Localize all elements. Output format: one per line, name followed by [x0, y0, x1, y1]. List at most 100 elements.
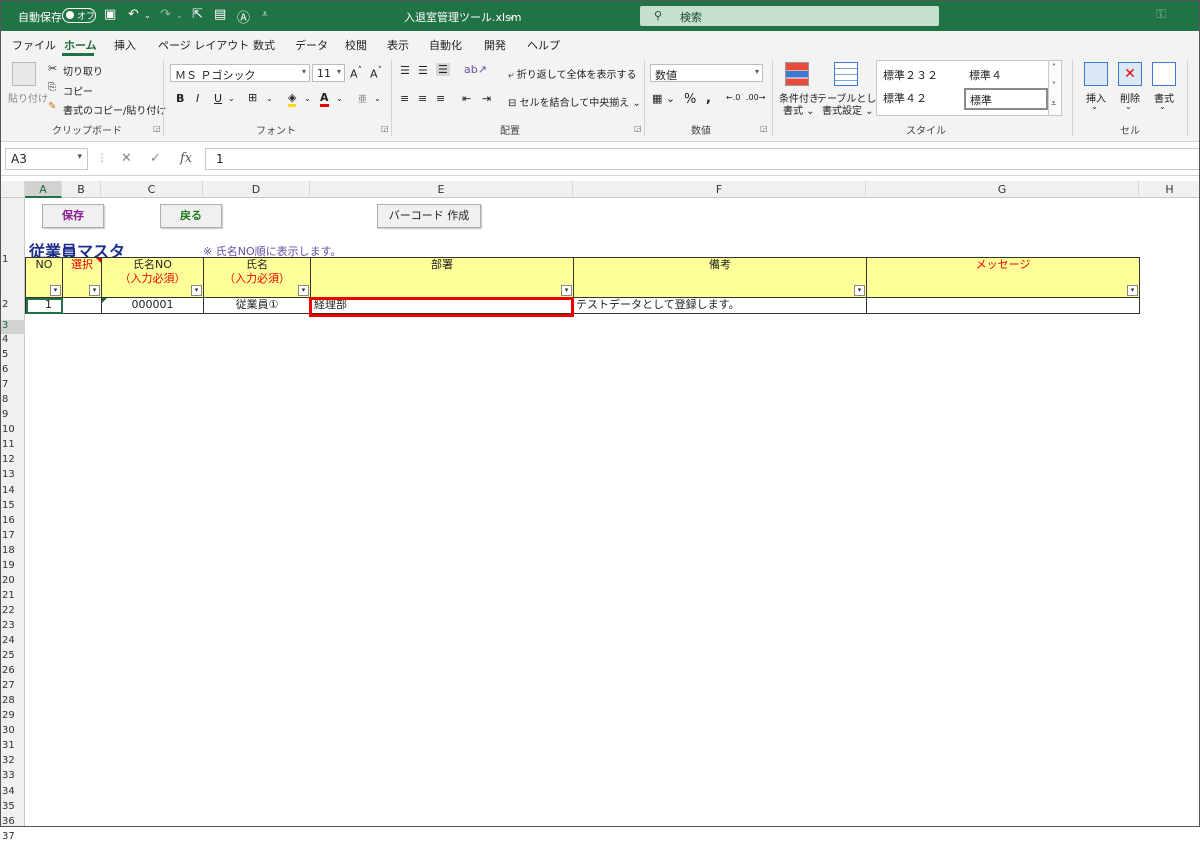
decrease-font-icon[interactable]: A˅: [370, 65, 382, 81]
tab-file[interactable]: ファイル: [12, 37, 56, 53]
row-header-12[interactable]: 12: [0, 454, 25, 467]
text-box-icon[interactable]: Ⓐ: [237, 7, 250, 26]
row-header-3[interactable]: 3: [0, 320, 25, 334]
underline-button[interactable]: U: [214, 92, 222, 105]
create-barcode-button[interactable]: バーコード 作成: [377, 204, 481, 228]
chevron-down-icon[interactable]: ⌄: [1159, 102, 1166, 111]
number-launcher-icon[interactable]: ◲: [760, 124, 768, 133]
redo-dropdown-icon[interactable]: ⌄: [176, 11, 183, 20]
filter-dropdown-icon[interactable]: ▾: [298, 285, 309, 296]
align-center-icon[interactable]: ≡: [418, 92, 427, 105]
filter-dropdown-icon[interactable]: ▾: [854, 285, 865, 296]
name-box[interactable]: A3 ▾: [5, 148, 88, 170]
align-right-icon[interactable]: ≡: [436, 92, 445, 105]
document-icon[interactable]: ▤: [214, 7, 226, 22]
row-header-26[interactable]: 26: [0, 665, 25, 678]
percent-icon[interactable]: %: [684, 92, 696, 107]
row-header-7[interactable]: 7: [0, 379, 25, 392]
style-item[interactable]: 標準２３２: [883, 67, 938, 83]
enter-icon[interactable]: ✓: [150, 151, 161, 166]
row-header-33[interactable]: 33: [0, 770, 25, 783]
format-cells-icon[interactable]: [1152, 62, 1176, 86]
phonetic-icon[interactable]: 亜: [358, 92, 367, 105]
tab-view[interactable]: 表示: [387, 37, 409, 53]
decrease-decimal-icon[interactable]: .00→: [746, 93, 765, 102]
cut-icon[interactable]: ✂: [48, 62, 57, 75]
borders-icon[interactable]: ⊞: [248, 91, 257, 104]
increase-font-icon[interactable]: A˄: [350, 65, 362, 81]
cancel-icon[interactable]: ✕: [121, 151, 132, 166]
autosave-toggle[interactable]: オフ: [62, 8, 96, 23]
row-header-23[interactable]: 23: [0, 620, 25, 633]
filter-dropdown-icon[interactable]: ▾: [50, 285, 61, 296]
format-as-table-icon[interactable]: [834, 62, 858, 86]
row-header-14[interactable]: 14: [0, 485, 25, 498]
row-header-6[interactable]: 6: [0, 364, 25, 377]
style-item-selected[interactable]: 標準: [964, 88, 1048, 110]
header-remarks[interactable]: 備考 ▾: [573, 257, 867, 298]
conditional-format-label2[interactable]: 書式 ⌄: [783, 102, 815, 117]
merge-center-button[interactable]: ⊟ セルを結合して中央揃え ⌄: [508, 94, 641, 109]
font-launcher-icon[interactable]: ◲: [381, 124, 389, 133]
column-header-g[interactable]: G: [866, 181, 1139, 198]
comma-style-icon[interactable]: ,: [706, 91, 711, 106]
row-header-35[interactable]: 35: [0, 801, 25, 814]
row-header-30[interactable]: 30: [0, 725, 25, 738]
align-left-icon[interactable]: ≡: [400, 92, 409, 105]
row-header-31[interactable]: 31: [0, 740, 25, 753]
scroll-up-icon[interactable]: ˄: [1052, 63, 1056, 72]
font-name-select[interactable]: ＭＳ Ｐゴシック ▾: [170, 64, 310, 82]
tab-home[interactable]: ホーム: [64, 37, 97, 53]
number-format-select[interactable]: 数値 ▾: [650, 64, 763, 82]
fill-color-dropdown-icon[interactable]: ⌄: [304, 94, 311, 103]
copy-icon[interactable]: ⎘: [48, 82, 56, 93]
tab-data[interactable]: データ: [295, 37, 328, 53]
row-header-9[interactable]: 9: [0, 409, 25, 422]
row-header-20[interactable]: 20: [0, 575, 25, 588]
tab-page-layout[interactable]: ページ レイアウト: [158, 37, 249, 53]
row-header-28[interactable]: 28: [0, 695, 25, 708]
header-select[interactable]: 選択 ▾: [62, 257, 102, 298]
accounting-format-icon[interactable]: ▦ ⌄: [652, 92, 675, 105]
row-header-32[interactable]: 32: [0, 755, 25, 768]
save-icon[interactable]: ▣: [104, 7, 116, 22]
row-header-37[interactable]: 37: [0, 831, 25, 844]
tab-developer[interactable]: 開発: [484, 37, 506, 53]
copy-button[interactable]: コピー: [63, 83, 93, 98]
chevron-down-icon[interactable]: ⌄: [1091, 102, 1098, 111]
column-header-a[interactable]: A: [25, 181, 62, 198]
filter-dropdown-icon[interactable]: ▾: [561, 285, 572, 296]
row-header-10[interactable]: 10: [0, 424, 25, 437]
cell-department[interactable]: 経理部: [310, 297, 574, 314]
header-department[interactable]: 部署 ▾: [310, 257, 574, 298]
cell-employee-no[interactable]: 000001: [101, 297, 204, 314]
format-painter-icon[interactable]: ✎: [48, 101, 56, 112]
cell-styles-gallery[interactable]: 標準２３２ 標準４ 標準４２ 標準: [876, 60, 1062, 116]
style-item[interactable]: 標準４: [969, 67, 1002, 83]
search-box[interactable]: ⚲ 検索: [640, 6, 939, 26]
row-header-29[interactable]: 29: [0, 710, 25, 723]
align-top-icon[interactable]: ☰: [400, 64, 410, 77]
clipboard-launcher-icon[interactable]: ◲: [153, 124, 161, 133]
row-header-22[interactable]: 22: [0, 605, 25, 618]
column-header-c[interactable]: C: [101, 181, 203, 198]
row-header-4[interactable]: 4: [0, 334, 25, 347]
header-message[interactable]: メッセージ ▾: [866, 257, 1140, 298]
cell-message[interactable]: [866, 297, 1140, 314]
paste-label[interactable]: 貼り付け: [8, 90, 48, 105]
row-header-11[interactable]: 11: [0, 439, 25, 452]
delete-cells-icon[interactable]: ✕: [1118, 62, 1142, 86]
select-all-corner[interactable]: [0, 181, 25, 198]
cell-name[interactable]: 従業員①: [203, 297, 311, 314]
more-styles-icon[interactable]: ⩡: [1051, 99, 1056, 109]
row-header-24[interactable]: 24: [0, 635, 25, 648]
cell-select[interactable]: [62, 297, 102, 314]
pointer-icon[interactable]: ⇱: [192, 7, 203, 22]
column-header-e[interactable]: E: [310, 181, 573, 198]
row-header-5[interactable]: 5: [0, 349, 25, 362]
bold-button[interactable]: B: [176, 92, 184, 105]
row-header-21[interactable]: 21: [0, 590, 25, 603]
fill-color-icon[interactable]: ◈: [288, 91, 297, 107]
filename-chevron-icon[interactable]: ⌄: [507, 9, 516, 22]
row-header-27[interactable]: 27: [0, 680, 25, 693]
